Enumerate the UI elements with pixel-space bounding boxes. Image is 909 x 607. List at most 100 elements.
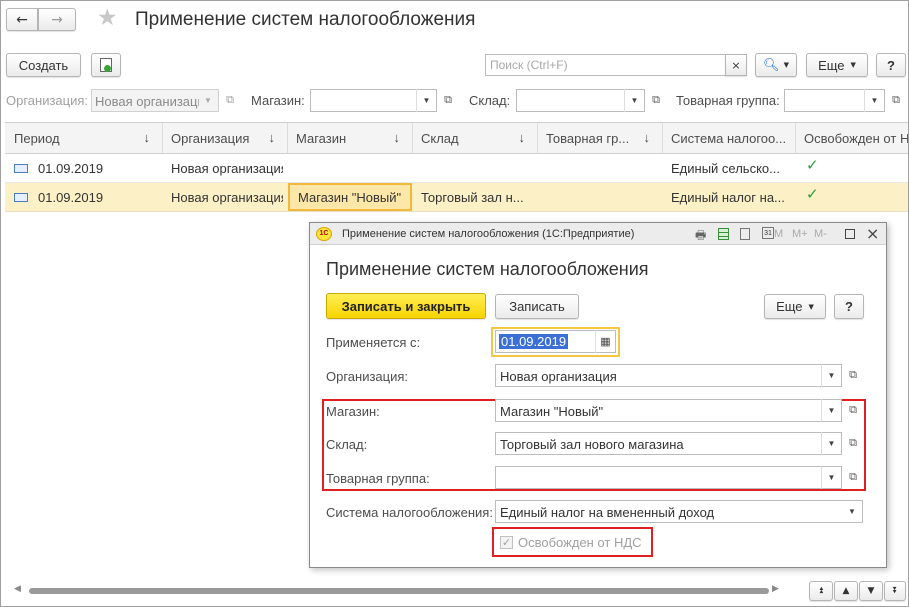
open-icon[interactable]: ⧉: [843, 364, 863, 387]
organization-field[interactable]: Новая организация ▼: [495, 364, 842, 387]
record-icon: [14, 193, 28, 202]
calendar-icon[interactable]: ▦: [595, 330, 615, 353]
group-field[interactable]: ▼: [495, 466, 842, 489]
filter-warehouse-label: Склад:: [469, 93, 511, 108]
calculator-icon[interactable]: [740, 228, 750, 240]
store-value: Магазин "Новый": [500, 404, 604, 419]
chevron-down-icon[interactable]: ▼: [821, 466, 841, 489]
column-warehouse[interactable]: Склад ↓: [413, 123, 538, 153]
more-label: Еще: [818, 57, 845, 73]
column-vat-exempt[interactable]: Освобожден от Н: [796, 123, 908, 153]
column-store[interactable]: Магазин ↓: [288, 123, 413, 153]
column-period[interactable]: Период ↓: [6, 123, 163, 153]
open-icon[interactable]: ⧉: [438, 89, 458, 112]
close-icon: ×: [731, 58, 741, 72]
scroll-left-icon[interactable]: ◀: [14, 584, 21, 594]
back-button[interactable]: ←: [6, 8, 38, 31]
copy-button[interactable]: [91, 53, 121, 77]
memory-m-button[interactable]: M: [774, 228, 783, 240]
chevron-down-icon[interactable]: ▼: [821, 399, 841, 422]
check-icon: ✓: [806, 185, 819, 203]
1c-logo-icon: 1С: [316, 227, 332, 241]
chevron-down-icon[interactable]: ▼: [864, 89, 884, 112]
applies-from-label: Применяется с:: [326, 335, 421, 350]
open-icon[interactable]: ⧉: [646, 89, 666, 112]
applies-from-value: 01.09.2019: [499, 334, 569, 349]
column-organization[interactable]: Организация ↓: [163, 123, 288, 153]
help-button[interactable]: ?: [876, 53, 906, 77]
scroll-right-icon[interactable]: ▶: [772, 584, 779, 594]
filter-store-label: Магазин:: [251, 93, 305, 108]
open-icon[interactable]: ⧉: [220, 89, 240, 112]
search-clear-button[interactable]: ×: [725, 54, 747, 76]
filter-store-field[interactable]: ▼: [310, 89, 437, 112]
store-label: Магазин:: [326, 404, 380, 419]
chevron-down-icon[interactable]: ▼: [416, 89, 436, 112]
maximize-icon[interactable]: [845, 229, 855, 239]
check-icon: ✓: [806, 156, 819, 174]
more-button[interactable]: Еще ▼: [806, 53, 868, 77]
memory-mminus-button[interactable]: M-: [814, 228, 827, 240]
filter-group-field[interactable]: ▼: [784, 89, 885, 112]
chevron-down-icon[interactable]: ▼: [624, 89, 644, 112]
chevron-down-icon[interactable]: ▼: [821, 364, 841, 387]
chevron-down-icon[interactable]: ▼: [842, 500, 862, 523]
filter-warehouse-field[interactable]: ▼: [516, 89, 645, 112]
row-organization: Новая организация: [171, 160, 283, 176]
main-window: ← → ★ Применение систем налогообложения …: [0, 0, 909, 607]
calendar-icon[interactable]: 31: [762, 227, 774, 239]
create-button[interactable]: Создать: [6, 53, 81, 77]
column-tax-system[interactable]: Система налогоо...: [663, 123, 796, 153]
search-button[interactable]: 🔍︎ ▼: [755, 53, 797, 77]
row-store-cell-focused[interactable]: Магазин "Новый": [288, 183, 412, 211]
save-button[interactable]: Записать: [495, 294, 579, 319]
row-warehouse: Торговый зал н...: [421, 189, 524, 205]
scroll-top-button[interactable]: ⏫︎: [809, 581, 833, 601]
filter-organization-value: Новая организация: [95, 94, 199, 109]
open-icon[interactable]: ⧉: [843, 399, 863, 422]
scroll-up-button[interactable]: ▲: [834, 581, 858, 601]
vat-exempt-checkbox[interactable]: ✓: [500, 536, 513, 549]
chevron-down-icon[interactable]: ▼: [821, 432, 841, 455]
applies-from-field[interactable]: 01.09.2019 ▦: [495, 330, 616, 353]
vat-exempt-label: Освобожден от НДС: [518, 535, 642, 550]
row-period: 01.09.2019: [38, 160, 104, 176]
forward-button[interactable]: →: [38, 8, 76, 31]
store-field[interactable]: Магазин "Новый" ▼: [495, 399, 842, 422]
double-down-icon: ⏬︎: [892, 586, 898, 596]
print-icon[interactable]: 🖶︎: [695, 226, 706, 247]
save-close-button[interactable]: Записать и закрыть: [326, 293, 486, 319]
warehouse-field[interactable]: Торговый зал нового магазина ▼: [495, 432, 842, 455]
column-group[interactable]: Товарная гр... ↓: [538, 123, 663, 153]
horizontal-scrollbar[interactable]: ◀ ▶: [14, 584, 782, 596]
dialog-titlebar-text: Применение систем налогообложения (1С:Пр…: [342, 228, 635, 240]
dialog-help-button[interactable]: ?: [834, 294, 864, 319]
warehouse-value: Торговый зал нового магазина: [500, 437, 684, 452]
tax-system-field[interactable]: Единый налог на вмененный доход ▼: [495, 500, 863, 523]
favorite-star-icon[interactable]: ★: [97, 5, 118, 31]
organization-value: Новая организация: [500, 369, 617, 384]
open-icon[interactable]: ⧉: [886, 89, 906, 112]
spreadsheet-icon[interactable]: [718, 228, 729, 240]
chevron-down-icon: ▼: [808, 302, 814, 311]
column-label: Организация: [171, 130, 250, 146]
search-input[interactable]: Поиск (Ctrl+F): [485, 54, 725, 76]
record-icon: [14, 164, 28, 173]
row-period: 01.09.2019: [38, 189, 104, 205]
sort-arrow-icon: ↓: [268, 130, 276, 145]
tax-system-value: Единый налог на вмененный доход: [500, 505, 715, 520]
chevron-down-icon[interactable]: ▼: [198, 89, 218, 112]
filter-organization-field[interactable]: Новая организация ▼: [91, 89, 219, 112]
close-icon[interactable]: ×: [866, 224, 879, 243]
memory-mplus-button[interactable]: M+: [792, 228, 808, 240]
dialog-more-button[interactable]: Еще ▼: [764, 294, 826, 319]
scroll-bottom-button[interactable]: ⏬︎: [884, 581, 906, 601]
up-icon: ▲: [842, 586, 850, 596]
row-organization: Новая организация: [171, 189, 283, 205]
arrow-left-icon: ←: [16, 11, 28, 28]
open-icon[interactable]: ⧉: [843, 466, 863, 489]
open-icon[interactable]: ⧉: [843, 432, 863, 455]
scroll-thumb[interactable]: [29, 588, 769, 594]
warehouse-label: Склад:: [326, 437, 368, 452]
scroll-down-button[interactable]: ▼: [859, 581, 883, 601]
